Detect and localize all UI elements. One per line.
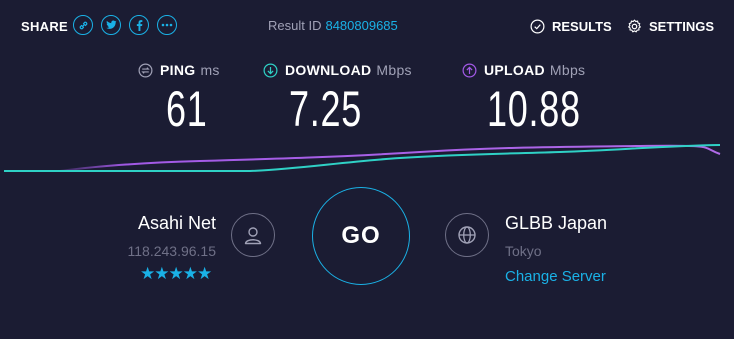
ping-value: 61 bbox=[166, 81, 208, 137]
settings-button[interactable]: SETTINGS bbox=[627, 19, 714, 34]
user-icon bbox=[231, 213, 275, 257]
results-button[interactable]: RESULTS bbox=[530, 19, 612, 34]
results-label: RESULTS bbox=[552, 19, 612, 34]
go-button[interactable]: GO bbox=[312, 187, 410, 285]
download-label: DOWNLOAD bbox=[285, 62, 372, 78]
download-graph-line bbox=[4, 144, 721, 172]
ping-header: PING ms bbox=[138, 62, 220, 78]
server-name: GLBB Japan bbox=[505, 213, 608, 233]
twitter-icon[interactable] bbox=[101, 15, 121, 35]
ping-label: PING bbox=[160, 62, 196, 78]
check-circle-icon bbox=[530, 19, 545, 34]
download-header: DOWNLOAD Mbps bbox=[263, 62, 412, 78]
upload-icon bbox=[462, 63, 477, 77]
result-id-label: Result ID bbox=[268, 18, 322, 33]
isp-name: Asahi Net bbox=[137, 213, 216, 233]
isp-rating-stars: ★★★★★ bbox=[140, 264, 212, 283]
upload-value: 10.88 bbox=[487, 81, 581, 137]
isp-ip: 118.243.96.15 bbox=[127, 243, 217, 259]
globe-icon bbox=[445, 213, 489, 257]
speed-graph bbox=[4, 144, 721, 172]
upload-header: UPLOAD Mbps bbox=[462, 62, 585, 78]
download-value: 7.25 bbox=[289, 81, 362, 137]
settings-label: SETTINGS bbox=[649, 19, 715, 34]
result-id-link[interactable]: 8480809685 bbox=[325, 18, 397, 33]
link-icon[interactable] bbox=[73, 15, 93, 35]
share-label: SHARE bbox=[21, 19, 69, 34]
more-icon[interactable] bbox=[157, 15, 177, 35]
ping-unit: ms bbox=[200, 62, 220, 78]
change-server-link[interactable]: Change Server bbox=[505, 268, 606, 285]
gear-icon bbox=[628, 19, 641, 33]
download-icon bbox=[263, 63, 278, 77]
facebook-icon[interactable] bbox=[129, 15, 149, 35]
download-unit: Mbps bbox=[376, 62, 412, 78]
server-location: Tokyo bbox=[505, 243, 542, 259]
result-id-display: Result ID 8480809685 bbox=[268, 18, 398, 33]
upload-unit: Mbps bbox=[549, 62, 586, 78]
ping-icon bbox=[138, 63, 153, 77]
upload-label: UPLOAD bbox=[484, 62, 545, 78]
